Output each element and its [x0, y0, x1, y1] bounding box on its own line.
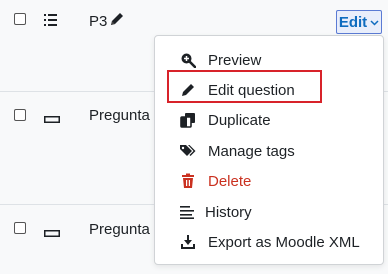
- menu-item-duplicate[interactable]: Duplicate: [155, 105, 383, 135]
- select-checkbox[interactable]: [14, 222, 26, 234]
- history-icon: [179, 203, 197, 221]
- list-icon: [44, 12, 58, 32]
- actions-dropdown-menu: Preview Edit question Duplicate Manage t…: [154, 35, 384, 265]
- question-name[interactable]: Pregunta 2: [89, 221, 162, 238]
- question-name[interactable]: Pregunta 1: [89, 107, 162, 124]
- question-name[interactable]: P3: [89, 10, 126, 32]
- short-answer-icon: [44, 225, 60, 242]
- menu-item-history[interactable]: History: [155, 197, 383, 227]
- select-checkbox[interactable]: [14, 109, 26, 121]
- menu-item-manage-tags[interactable]: Manage tags: [155, 136, 383, 166]
- select-checkbox[interactable]: [14, 13, 26, 25]
- edit-menu-button[interactable]: Edit: [336, 10, 382, 34]
- menu-item-delete[interactable]: Delete: [155, 166, 383, 196]
- menu-item-preview[interactable]: Preview: [155, 45, 383, 75]
- short-answer-icon: [44, 111, 60, 128]
- tags-icon: [179, 142, 197, 160]
- menu-item-edit-question[interactable]: Edit question: [155, 75, 383, 105]
- pencil-icon[interactable]: [108, 10, 126, 32]
- menu-item-export-moodle-xml[interactable]: Export as Moodle XML: [155, 227, 383, 257]
- download-icon: [179, 233, 197, 251]
- pencil-icon: [179, 81, 197, 99]
- copy-icon: [179, 111, 197, 129]
- chevron-down-icon: [370, 18, 379, 28]
- trash-icon: [179, 172, 197, 190]
- zoom-icon: [179, 51, 197, 69]
